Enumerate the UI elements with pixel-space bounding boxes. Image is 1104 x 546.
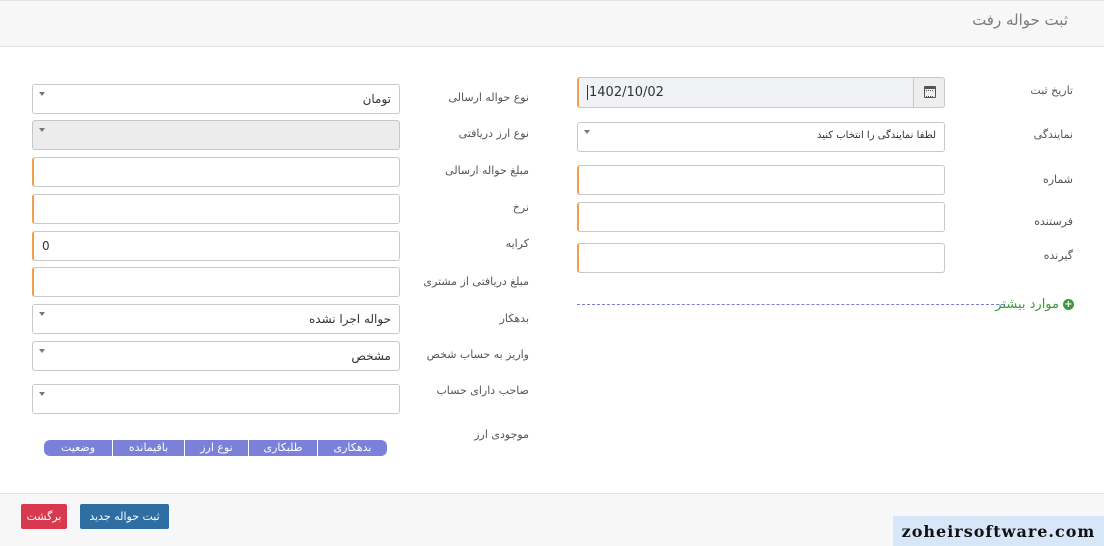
balance-table-header: بدهکاری طلبکاری نوع ارز باقیمانده وضعیت: [44, 440, 387, 456]
deposit-label: واریز به حساب شخص: [426, 348, 529, 361]
page-title: ثبت حواله رفت: [972, 11, 1068, 29]
text-cursor: [587, 85, 588, 100]
received-amount-label: مبلغ دریافتی از مشتری: [423, 275, 529, 288]
more-options-link[interactable]: + موارد بیشتر: [995, 297, 1074, 312]
table-header-credit: طلبکاری: [248, 440, 317, 456]
chevron-down-icon: [584, 130, 590, 134]
rate-input[interactable]: [32, 194, 400, 224]
watermark: zoheirsoftware.com: [893, 516, 1104, 546]
date-input[interactable]: 1402/10/02: [577, 77, 914, 108]
receiver-label: گیرنده: [1043, 249, 1073, 262]
sender-label: فرستنده: [1034, 215, 1073, 228]
debtor-value: حواله اجرا نشده: [308, 312, 391, 326]
page-header: ثبت حواله رفت: [0, 0, 1104, 47]
sender-input[interactable]: [577, 202, 945, 232]
send-type-label: نوع حواله ارسالی: [448, 91, 529, 104]
account-owner-select[interactable]: [32, 384, 400, 414]
send-amount-input[interactable]: [32, 157, 400, 187]
chevron-down-icon: [39, 128, 45, 132]
back-button[interactable]: برگشت: [21, 504, 67, 529]
recv-currency-select[interactable]: [32, 120, 400, 150]
chevron-down-icon: [39, 92, 45, 96]
calendar-button[interactable]: [913, 77, 945, 108]
number-input[interactable]: [577, 165, 945, 195]
chevron-down-icon: [39, 392, 45, 396]
send-type-value: تومان: [362, 92, 391, 106]
date-label: تاریخ ثبت: [1030, 84, 1073, 97]
agency-label: نمایندگی: [1033, 128, 1073, 141]
agency-select[interactable]: لطفا نمایندگی را انتخاب کنید: [577, 122, 945, 152]
account-owner-label: صاحب دارای حساب: [436, 384, 529, 397]
table-header-status: وضعیت: [60, 441, 96, 454]
fee-label: کرایه: [505, 237, 529, 250]
recv-currency-label: نوع ارز دریافتی: [458, 127, 529, 140]
table-header-remaining: باقیمانده: [112, 440, 184, 456]
send-type-select[interactable]: تومان: [32, 84, 400, 114]
table-header-debit: بدهکاری: [317, 440, 387, 456]
deposit-value: مشخص: [351, 349, 391, 363]
chevron-down-icon: [39, 312, 45, 316]
debtor-select[interactable]: حواله اجرا نشده: [32, 304, 400, 334]
agency-placeholder: لطفا نمایندگی را انتخاب کنید: [817, 130, 936, 141]
chevron-down-icon: [39, 349, 45, 353]
new-remittance-button[interactable]: ثبت حواله جدید: [80, 504, 169, 529]
deposit-select[interactable]: مشخص: [32, 341, 400, 371]
fee-input[interactable]: 0: [32, 231, 400, 261]
table-header-currency: نوع ارز: [184, 440, 248, 456]
more-options-label: موارد بیشتر: [995, 297, 1059, 312]
date-value: 1402/10/02: [589, 85, 664, 100]
plus-circle-icon: +: [1063, 299, 1074, 310]
balance-label: موجودی ارز: [474, 428, 529, 441]
received-amount-input[interactable]: [32, 267, 400, 297]
more-divider: [577, 304, 1004, 305]
fee-value: 0: [42, 239, 50, 253]
receiver-input[interactable]: [577, 243, 945, 273]
rate-label: نرخ: [512, 201, 529, 214]
calendar-icon: [924, 86, 936, 98]
send-amount-label: مبلغ حواله ارسالی: [445, 164, 529, 177]
number-label: شماره: [1042, 173, 1073, 186]
debtor-label: بدهکار: [499, 312, 529, 325]
